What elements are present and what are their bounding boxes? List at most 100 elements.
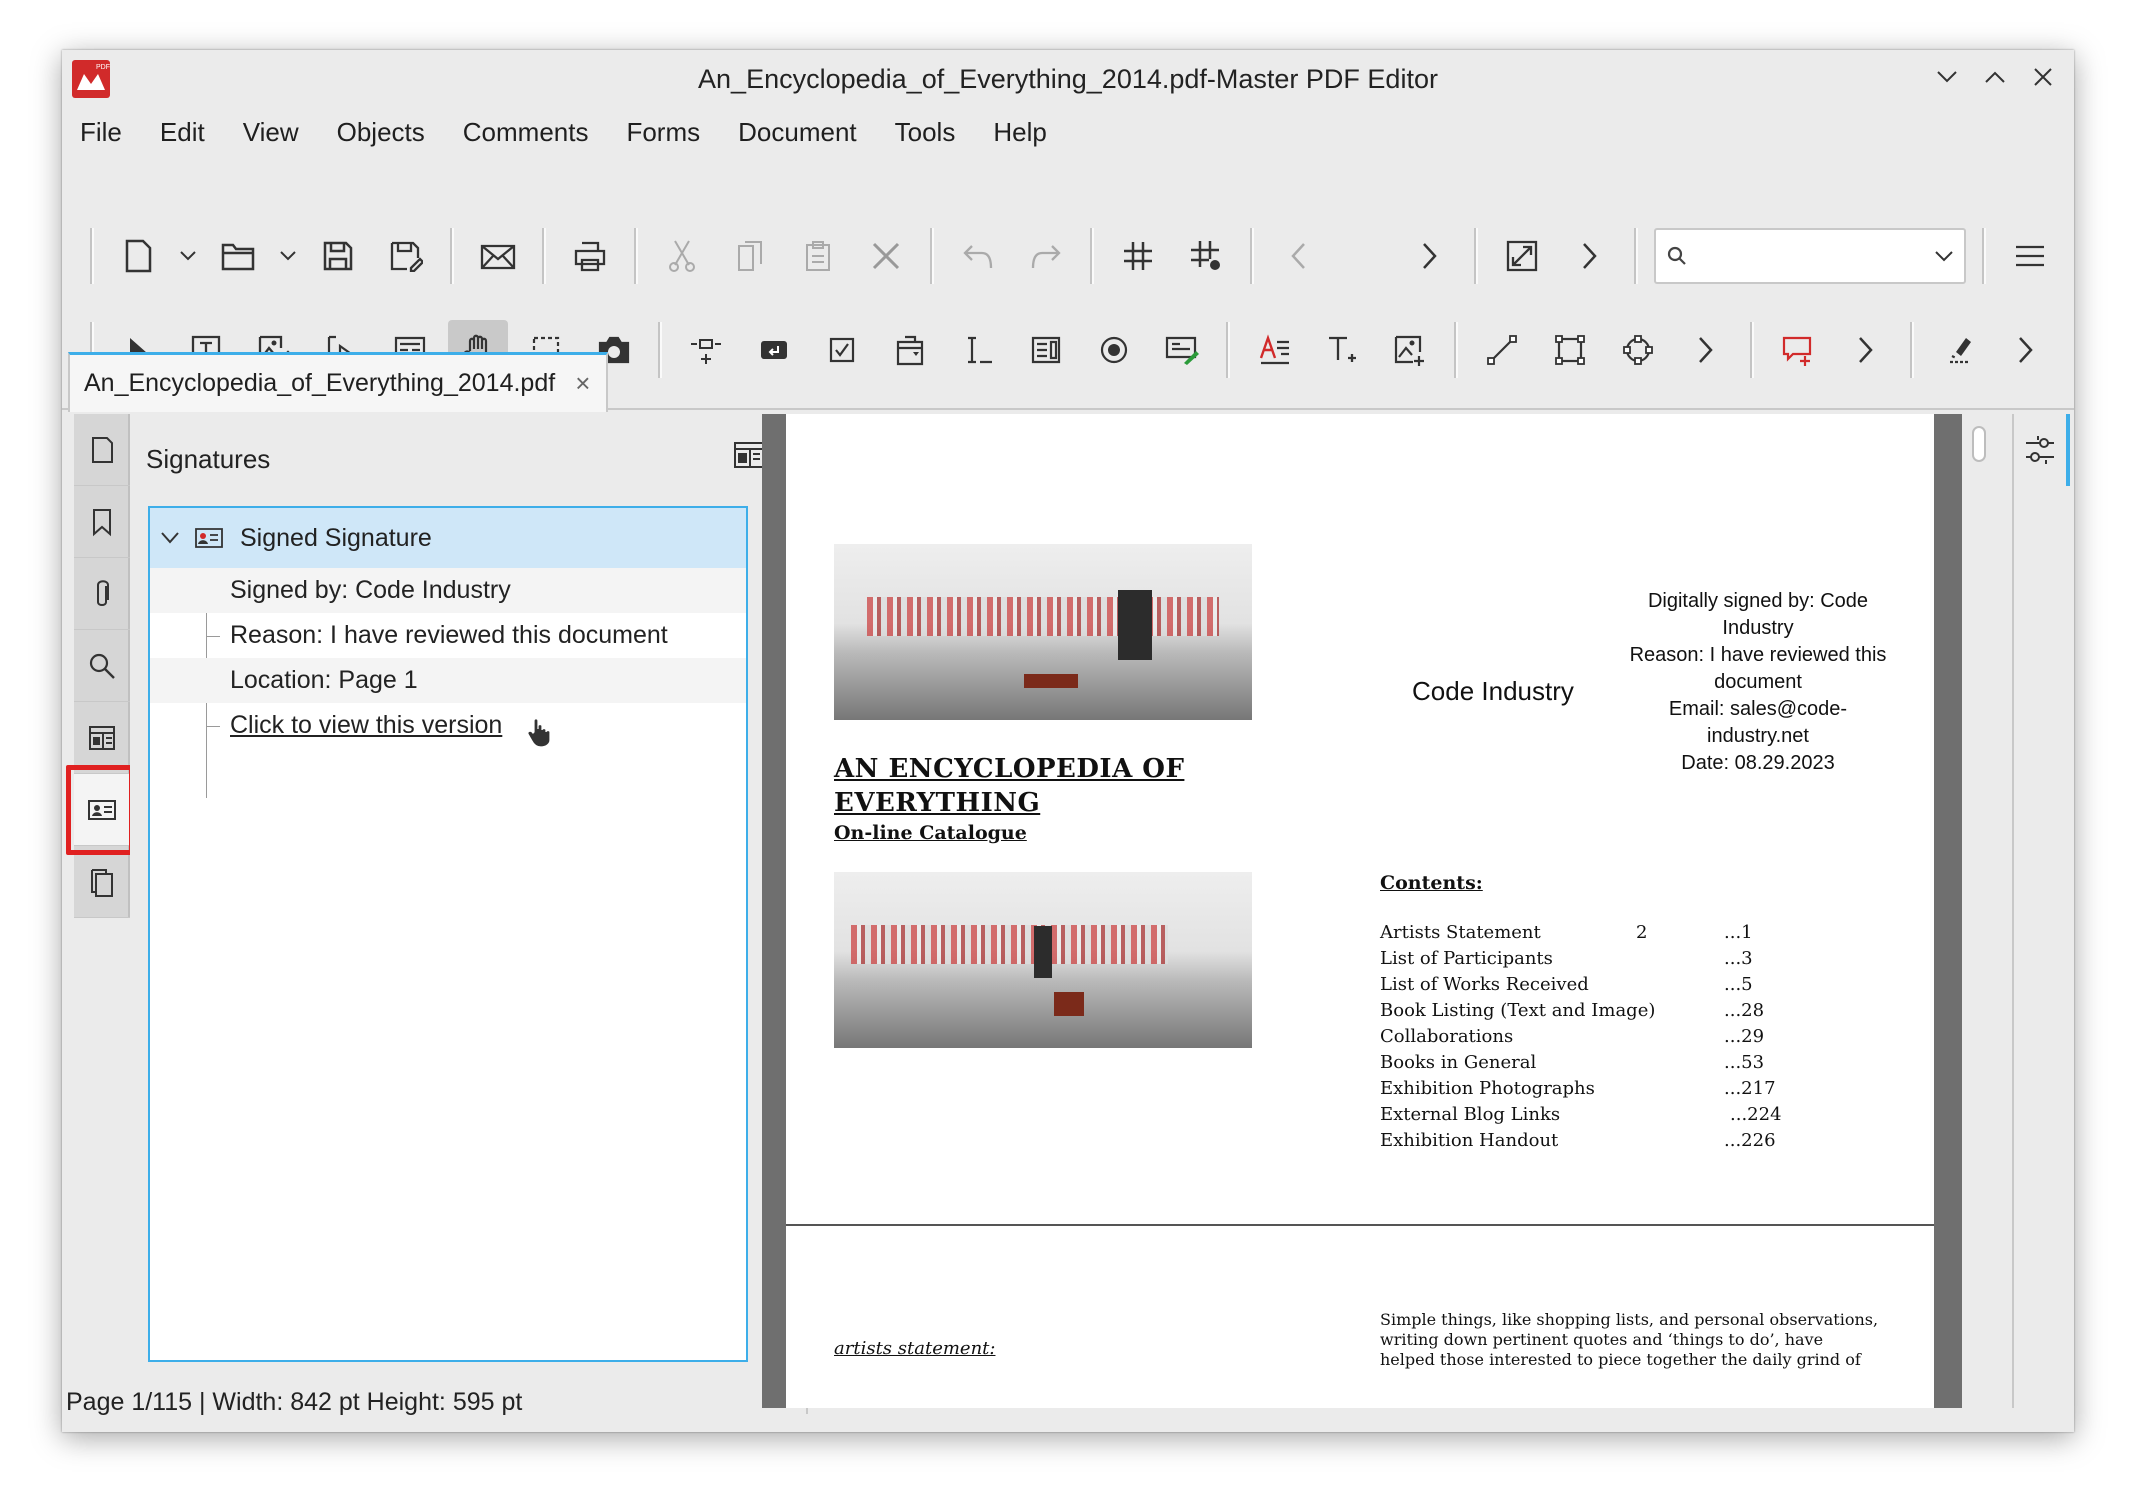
window-title: An_Encyclopedia_of_Everything_2014.pdf-M… <box>698 64 1438 94</box>
toolbar-separator <box>930 228 934 284</box>
toc-row: Books in General ...53 <box>1380 1052 1800 1078</box>
properties-sliders-icon[interactable] <box>2014 414 2070 486</box>
toolbar-separator <box>1090 228 1094 284</box>
save-icon[interactable] <box>308 226 368 286</box>
toolbar-separator <box>450 228 454 284</box>
print-icon[interactable] <box>560 226 620 286</box>
signature-details: Digitally signed by: Code Industry Reaso… <box>1600 588 1916 777</box>
grid-icon[interactable] <box>1108 226 1168 286</box>
toc-page: ...29 <box>1724 1026 1765 1047</box>
toc-title: External Blog Links <box>1380 1104 1561 1125</box>
toc-page: ...5 <box>1724 974 1753 995</box>
menu-file[interactable]: File <box>80 112 122 152</box>
menu-objects[interactable]: Objects <box>337 112 425 152</box>
toolbar-separator <box>542 228 546 284</box>
toc-page: ...217 <box>1724 1078 1776 1099</box>
view-version-item[interactable]: Click to view this version <box>150 703 746 748</box>
toc-page: ...53 <box>1724 1052 1765 1073</box>
chevron-down-icon[interactable] <box>160 531 180 545</box>
body-line: Simple things, like shopping lists, and … <box>1380 1310 1879 1329</box>
panel-title: Signatures <box>146 444 271 474</box>
gallery-photo-2 <box>834 872 1252 1048</box>
pdf-subheading: On-line Catalogue <box>834 822 1027 844</box>
toc-page: ...1 <box>1724 922 1753 943</box>
copy-icon <box>720 226 780 286</box>
hamburger-menu-icon[interactable] <box>2000 226 2060 286</box>
open-dropdown-chevron-icon[interactable] <box>274 226 302 286</box>
search-input[interactable] <box>1654 228 1966 284</box>
document-viewer[interactable]: AN ENCYCLOPEDIA OF EVERYTHING On-line Ca… <box>762 414 2004 1408</box>
menu-help[interactable]: Help <box>993 112 1046 152</box>
view-version-link[interactable]: Click to view this version <box>230 711 502 740</box>
contents-title: Contents: <box>1380 872 1483 894</box>
attachment-paperclip-icon[interactable] <box>74 558 130 630</box>
menu-comments[interactable]: Comments <box>463 112 589 152</box>
menu-edit[interactable]: Edit <box>160 112 205 152</box>
toc-title: Exhibition Photographs <box>1380 1078 1595 1099</box>
signature-tree-item[interactable]: Signed Signature <box>150 508 746 568</box>
vertical-scrollbar[interactable] <box>1962 414 2004 1408</box>
close-window-button[interactable] <box>2026 60 2060 94</box>
panel-options-icon[interactable] <box>732 440 766 475</box>
pdf-heading-line1: AN ENCYCLOPEDIA OF <box>834 754 1185 784</box>
signed-by-item: Signed by: Code Industry <box>150 568 746 613</box>
tab-close-icon[interactable]: × <box>575 368 590 399</box>
toolbar-separator <box>1982 228 1986 284</box>
pages-thumbnail-icon[interactable] <box>74 414 130 486</box>
body-line: helped those interested to piece togethe… <box>1380 1350 1861 1369</box>
fit-page-icon[interactable] <box>1492 226 1552 286</box>
layers-content-icon[interactable] <box>74 702 130 774</box>
save-as-icon[interactable] <box>376 226 436 286</box>
sig-detail-line: Reason: I have reviewed this <box>1629 644 1887 666</box>
menu-bar: File Edit View Objects Comments Forms Do… <box>62 112 1085 152</box>
toc-title: Exhibition Handout <box>1380 1130 1559 1151</box>
toc-mid: 2 <box>1636 922 1648 943</box>
menu-view[interactable]: View <box>243 112 299 152</box>
scrollbar-thumb[interactable] <box>1972 426 1986 462</box>
more-tools-chevron-icon[interactable] <box>1560 226 1620 286</box>
toc-page: ...28 <box>1724 1000 1765 1021</box>
toolbar-separator <box>1474 228 1478 284</box>
toc-row: Collaborations ...29 <box>1380 1026 1800 1052</box>
document-tab[interactable]: An_Encyclopedia_of_Everything_2014.pdf × <box>68 352 608 412</box>
toc-title: Artists Statement <box>1380 922 1541 943</box>
toc-page: ...3 <box>1724 948 1753 969</box>
menu-document[interactable]: Document <box>738 112 857 152</box>
toolbar-separator <box>90 228 94 284</box>
toc-title: Books in General <box>1380 1052 1537 1073</box>
status-bar: Page 1/115 | Width: 842 pt Height: 595 p… <box>66 1388 523 1416</box>
search-dropdown-chevron-icon[interactable] <box>1934 250 1954 262</box>
menu-forms[interactable]: Forms <box>626 112 700 152</box>
minimize-button[interactable] <box>1930 60 1964 94</box>
open-folder-icon[interactable] <box>208 226 268 286</box>
new-document-icon[interactable] <box>108 226 168 286</box>
title-bar: PDF An_Encyclopedia_of_Everything_2014.p… <box>62 50 2074 106</box>
signature-card-icon <box>195 528 223 548</box>
new-dropdown-chevron-icon[interactable] <box>174 226 202 286</box>
pdf-heading-line2: EVERYTHING <box>834 788 1041 818</box>
next-page-icon[interactable] <box>1400 226 1460 286</box>
menu-tools[interactable]: Tools <box>895 112 956 152</box>
maximize-button[interactable] <box>1978 60 2012 94</box>
hand-cursor-icon <box>527 717 551 748</box>
snap-to-grid-icon[interactable] <box>1176 226 1236 286</box>
email-icon[interactable] <box>468 226 528 286</box>
app-window: PDF An_Encyclopedia_of_Everything_2014.p… <box>62 50 2074 1432</box>
toolbar-separator <box>634 228 638 284</box>
toolbar-separator <box>1250 228 1254 284</box>
gallery-photo-1 <box>834 544 1252 720</box>
location-text: Location: Page 1 <box>230 666 418 694</box>
right-panel-strip <box>2012 414 2070 1408</box>
bookmark-icon[interactable] <box>74 486 130 558</box>
tab-label: An_Encyclopedia_of_Everything_2014.pdf <box>84 369 556 397</box>
toc-row: Book Listing (Text and Image) ...28 <box>1380 1000 1800 1026</box>
main-toolbar <box>80 216 2064 296</box>
document-tab-bar: An_Encyclopedia_of_Everything_2014.pdf × <box>62 346 2074 412</box>
redo-icon <box>1016 226 1076 286</box>
toc-page: ...224 <box>1730 1104 1782 1125</box>
page-copies-icon[interactable] <box>74 846 130 918</box>
sig-detail-line: Industry <box>1722 617 1794 639</box>
search-panel-icon[interactable] <box>74 630 130 702</box>
undo-icon <box>948 226 1008 286</box>
toc-row: List of Works Received ...5 <box>1380 974 1800 1000</box>
